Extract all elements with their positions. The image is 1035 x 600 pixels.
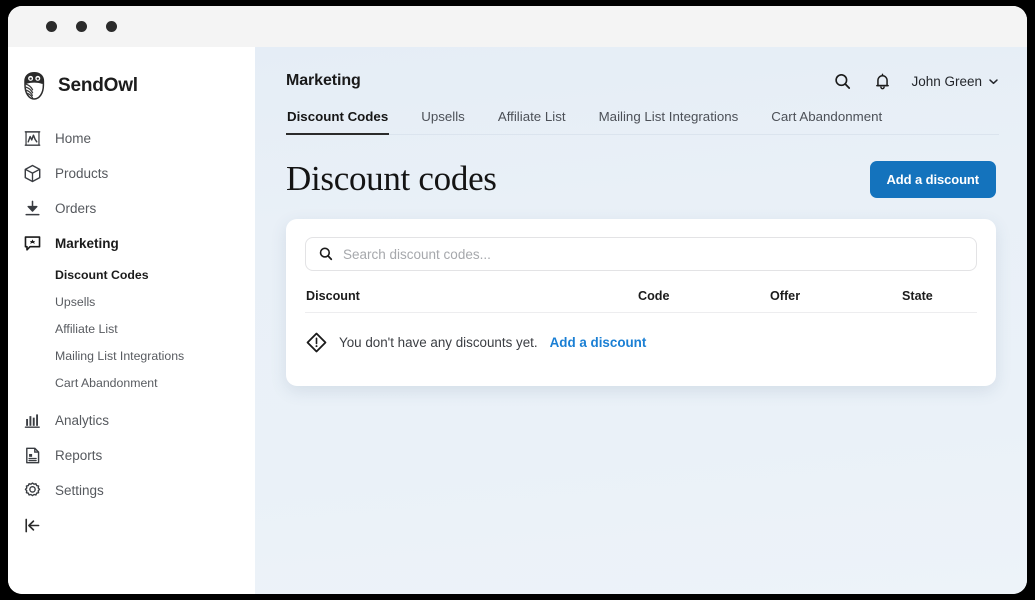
column-header-code: Code: [638, 289, 670, 303]
tab-upsells[interactable]: Upsells: [420, 109, 466, 134]
sidebar-item-label: Marketing: [55, 236, 119, 251]
sidebar-item-orders[interactable]: Orders: [8, 191, 255, 226]
tab-label: Cart Abandonment: [771, 109, 883, 124]
tabs-bar: Discount Codes Upsells Affiliate List Ma…: [286, 109, 999, 135]
sidebar-item-marketing[interactable]: Marketing: [8, 226, 255, 261]
page-header: Marketing John Green Discount Codes Upse…: [255, 47, 1027, 135]
content-title: Discount codes: [286, 159, 497, 198]
tab-label: Upsells: [421, 109, 465, 124]
empty-state-add-discount-link[interactable]: Add a discount: [550, 335, 647, 350]
table-header-row: Discount Code Offer State: [305, 289, 977, 313]
empty-state-text: You don't have any discounts yet.: [339, 335, 538, 350]
content-header: Discount codes Add a discount: [286, 158, 996, 200]
column-header-discount: Discount: [306, 289, 360, 303]
search-bar[interactable]: [305, 237, 977, 271]
sidebar-item-reports[interactable]: Reports: [8, 438, 255, 473]
sidebar-subitem-label: Upsells: [55, 294, 96, 309]
sidebar-subitem-discount-codes[interactable]: Discount Codes: [8, 261, 255, 288]
page-title: Marketing: [286, 72, 361, 89]
user-menu[interactable]: John Green: [911, 74, 999, 89]
document-icon: [23, 446, 42, 465]
tab-discount-codes[interactable]: Discount Codes: [286, 109, 390, 135]
header-actions: John Green: [831, 70, 999, 92]
sidebar-submenu-marketing: Discount Codes Upsells Affiliate List Ma…: [8, 261, 255, 396]
sidebar-subitem-label: Mailing List Integrations: [55, 348, 185, 363]
home-chart-icon: [23, 129, 42, 148]
logout-button[interactable]: [8, 508, 255, 543]
sidebar-subitem-cart-abandonment[interactable]: Cart Abandonment: [8, 369, 255, 396]
sidebar-item-label: Products: [55, 166, 109, 181]
sidebar-subitem-label: Discount Codes: [55, 267, 149, 282]
tab-label: Affiliate List: [497, 109, 566, 124]
bell-icon[interactable]: [871, 70, 893, 92]
search-icon: [318, 246, 334, 262]
owl-logo-icon: [22, 72, 48, 100]
sidebar-item-label: Settings: [55, 483, 104, 498]
sidebar-item-label: Analytics: [55, 413, 110, 428]
logout-icon: [23, 516, 42, 535]
sidebar-subitem-label: Affiliate List: [55, 321, 118, 336]
empty-state-row: You don't have any discounts yet. Add a …: [305, 313, 977, 353]
content-area: Discount codes Add a discount Search dis…: [255, 135, 1027, 594]
sidebar-item-label: Orders: [55, 201, 97, 216]
window-close-button[interactable]: [46, 21, 57, 32]
window-maximize-button[interactable]: [106, 21, 117, 32]
sidebar-item-settings[interactable]: Settings: [8, 473, 255, 508]
tab-label: Mailing List Integrations: [598, 109, 739, 124]
window-minimize-button[interactable]: [76, 21, 87, 32]
sidebar-item-analytics[interactable]: Analytics: [8, 403, 255, 438]
sidebar-subitem-label: Cart Abandonment: [55, 375, 158, 390]
sidebar: SendOwl Home Products Orders Marketing D…: [8, 47, 255, 594]
search-icon[interactable]: [831, 70, 853, 92]
sidebar-subitem-mailing-list-integrations[interactable]: Mailing List Integrations: [8, 342, 255, 369]
tab-label: Discount Codes: [287, 109, 389, 124]
tab-affiliate-list[interactable]: Affiliate List: [497, 109, 567, 134]
brand-name: SendOwl: [58, 75, 138, 96]
download-icon: [23, 199, 42, 218]
chevron-down-icon: [988, 76, 999, 87]
sidebar-item-home[interactable]: Home: [8, 121, 255, 156]
megaphone-icon: [23, 234, 42, 253]
bar-chart-icon: [23, 411, 42, 430]
search-input[interactable]: [343, 246, 964, 262]
gear-icon: [23, 481, 42, 500]
discount-codes-card: Discount Code Offer State: [286, 219, 996, 386]
main-content: Marketing John Green Discount Codes Upse…: [255, 47, 1027, 594]
discount-codes-table: Discount Code Offer State You don't have…: [305, 289, 977, 353]
sidebar-subitem-upsells[interactable]: Upsells: [8, 288, 255, 315]
app-body: SendOwl Home Products Orders Marketing D…: [8, 47, 1027, 594]
window-titlebar: [8, 6, 1027, 47]
sidebar-subitem-affiliate-list[interactable]: Affiliate List: [8, 315, 255, 342]
tab-cart-abandonment[interactable]: Cart Abandonment: [770, 109, 883, 134]
sidebar-item-products[interactable]: Products: [8, 156, 255, 191]
tab-mailing-list-integrations[interactable]: Mailing List Integrations: [598, 109, 740, 134]
user-name: John Green: [911, 73, 982, 89]
sidebar-item-label: Home: [55, 131, 92, 146]
brand-logo[interactable]: SendOwl: [8, 65, 255, 107]
box-icon: [23, 164, 42, 183]
sidebar-nav: Home Products Orders Marketing Discount …: [8, 121, 255, 543]
sidebar-item-label: Reports: [55, 448, 103, 463]
add-discount-button[interactable]: Add a discount: [869, 160, 996, 198]
browser-window: SendOwl Home Products Orders Marketing D…: [8, 6, 1027, 594]
column-header-state: State: [902, 289, 933, 303]
alert-diamond-icon: [306, 332, 327, 353]
column-header-offer: Offer: [770, 289, 801, 303]
header-top-row: Marketing John Green: [286, 67, 999, 95]
